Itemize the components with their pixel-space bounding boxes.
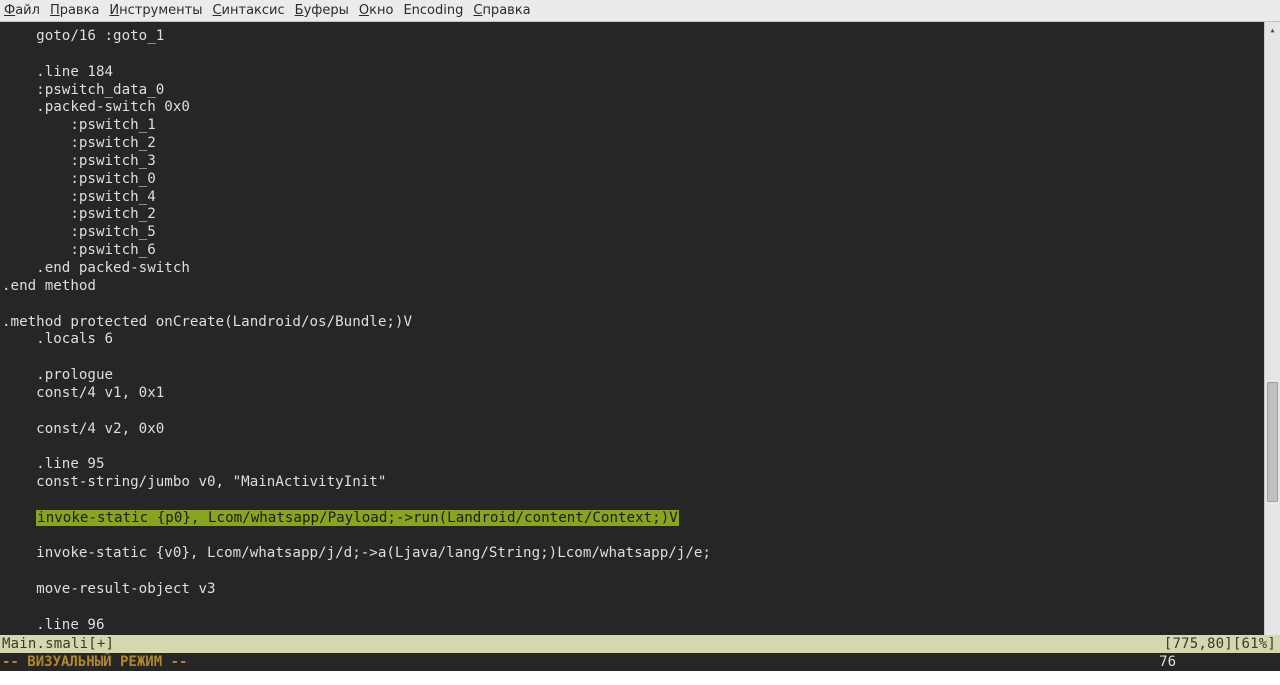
status-bar-file: Main.smali[+] [775,80][61%]	[0, 635, 1280, 653]
code-line: const/4 v2, 0x0	[2, 421, 1264, 439]
code-line: .end packed-switch	[2, 260, 1264, 278]
code-line	[2, 296, 1264, 314]
code-line	[2, 403, 1264, 421]
code-line	[2, 438, 1264, 456]
code-line	[2, 528, 1264, 546]
code-line: :pswitch_3	[2, 153, 1264, 171]
code-line: .prologue	[2, 367, 1264, 385]
status-mode-text: -- ВИЗУАЛЬНЫЙ РЕЖИМ --	[2, 654, 187, 670]
menu-buffers[interactable]: Буферы	[295, 3, 349, 18]
code-line: :pswitch_2	[2, 135, 1264, 153]
menu-encoding[interactable]: Encoding	[403, 3, 463, 18]
scrollbar-vertical[interactable]: ▴ ▾	[1264, 22, 1280, 671]
code-line: :pswitch_4	[2, 189, 1264, 207]
menu-window[interactable]: Окно	[359, 3, 394, 18]
status-filename: Main.smali[+]	[2, 636, 114, 652]
code-line	[2, 349, 1264, 367]
scroll-up-icon[interactable]: ▴	[1265, 22, 1280, 38]
code-line: const/4 v1, 0x1	[2, 385, 1264, 403]
status-bar-mode: -- ВИЗУАЛЬНЫЙ РЕЖИМ -- 76	[0, 653, 1280, 671]
code-line: :pswitch_0	[2, 171, 1264, 189]
code-line: .end method	[2, 278, 1264, 296]
code-line: :pswitch_2	[2, 206, 1264, 224]
code-line: .packed-switch 0x0	[2, 99, 1264, 117]
code-line: :pswitch_6	[2, 242, 1264, 260]
code-line	[2, 492, 1264, 510]
code-line: .line 96	[2, 617, 1264, 635]
code-line	[2, 599, 1264, 617]
code-line: move-result-object v3	[2, 581, 1264, 599]
code-line: .method protected onCreate(Landroid/os/B…	[2, 314, 1264, 332]
code-line: :pswitch_data_0	[2, 82, 1264, 100]
code-line: invoke-static {p0}, Lcom/whatsapp/Payloa…	[2, 510, 1264, 528]
menu-help[interactable]: Справка	[473, 3, 530, 18]
code-line: .line 184	[2, 64, 1264, 82]
code-line: .line 95	[2, 456, 1264, 474]
menubar: Файл Правка Инструменты Синтаксис Буферы…	[0, 0, 1280, 22]
menu-tools[interactable]: Инструменты	[109, 3, 202, 18]
highlighted-selection: invoke-static {p0}, Lcom/whatsapp/Payloa…	[36, 510, 679, 526]
scrollbar-thumb[interactable]	[1267, 382, 1278, 502]
code-editor[interactable]: goto/16 :goto_1 .line 184 :pswitch_data_…	[0, 22, 1264, 671]
status-position: [775,80][61%]	[1164, 636, 1276, 652]
code-line: goto/16 :goto_1	[2, 28, 1264, 46]
code-line	[2, 46, 1264, 64]
code-line: const-string/jumbo v0, "MainActivityInit…	[2, 474, 1264, 492]
code-line	[2, 563, 1264, 581]
menu-edit[interactable]: Правка	[50, 3, 99, 18]
code-line: invoke-static {v0}, Lcom/whatsapp/j/d;->…	[2, 545, 1264, 563]
code-line: :pswitch_5	[2, 224, 1264, 242]
status-column: 76	[1159, 654, 1176, 670]
code-line: .locals 6	[2, 331, 1264, 349]
code-line: :pswitch_1	[2, 117, 1264, 135]
bottom-gap	[0, 671, 1280, 685]
menu-file[interactable]: Файл	[4, 3, 40, 18]
menu-syntax[interactable]: Синтаксис	[212, 3, 284, 18]
